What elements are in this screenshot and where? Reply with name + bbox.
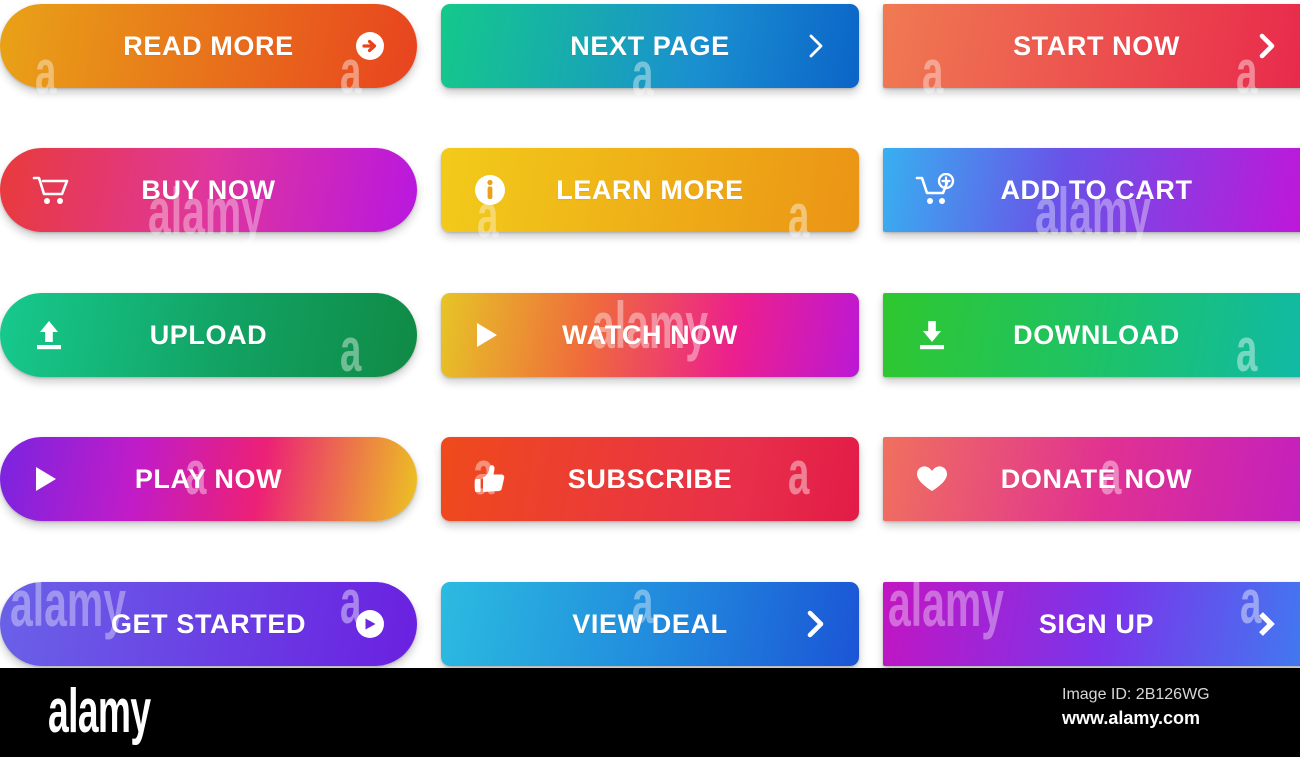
chevron-right-icon: [805, 31, 827, 61]
button-label: SUBSCRIBE: [567, 463, 733, 494]
button-donate-now[interactable]: DONATE NOW: [883, 437, 1300, 521]
play-triangle-icon: [473, 320, 501, 350]
button-play-now[interactable]: PLAY NOW: [0, 437, 417, 521]
footer-meta: Image ID: 2B126WG www.alamy.com: [1062, 684, 1262, 730]
button-label: LEARN MORE: [556, 174, 744, 205]
button-label: WATCH NOW: [562, 319, 738, 350]
thumbs-up-icon: [473, 463, 507, 495]
button-label: NEXT PAGE: [570, 30, 730, 61]
button-download[interactable]: DOWNLOAD: [883, 293, 1300, 377]
button-next-page[interactable]: NEXT PAGE: [441, 4, 859, 88]
button-label: DOWNLOAD: [1013, 319, 1180, 350]
button-read-more[interactable]: READ MORE: [0, 4, 417, 88]
upload-arrow-icon: [32, 318, 66, 352]
download-arrow-icon: [915, 318, 949, 352]
button-label: ADD TO CART: [1000, 174, 1193, 205]
button-subscribe[interactable]: SUBSCRIBE: [441, 437, 859, 521]
button-watch-now[interactable]: WATCH NOW: [441, 293, 859, 377]
button-add-to-cart[interactable]: ADD TO CART: [883, 148, 1300, 232]
heart-icon: [915, 464, 949, 494]
cart-plus-icon: [915, 173, 957, 207]
info-circle-icon: [473, 173, 507, 207]
button-label: UPLOAD: [149, 319, 268, 350]
button-view-deal[interactable]: VIEW DEAL: [441, 582, 859, 666]
button-label: DONATE NOW: [1000, 463, 1193, 494]
chevron-right-bold-icon: [1254, 608, 1278, 640]
button-label: READ MORE: [123, 30, 294, 61]
button-buy-now[interactable]: BUY NOW: [0, 148, 417, 232]
shopping-cart-icon: [32, 174, 70, 206]
image-id-text: Image ID: 2B126WG: [1062, 686, 1210, 703]
play-triangle-icon: [32, 464, 60, 494]
alamy-logo: alamy: [48, 677, 151, 746]
button-upload[interactable]: UPLOAD: [0, 293, 417, 377]
chevron-right-bold-icon: [1256, 31, 1278, 61]
button-get-started[interactable]: GET STARTED: [0, 582, 417, 666]
button-label: VIEW DEAL: [572, 608, 728, 639]
play-circle-icon: [355, 609, 385, 639]
button-label: GET STARTED: [110, 608, 307, 639]
footer-bar: alamy Image ID: 2B126WG www.alamy.com: [0, 668, 1300, 757]
button-learn-more[interactable]: LEARN MORE: [441, 148, 859, 232]
button-label: BUY NOW: [141, 174, 276, 205]
button-label: START NOW: [1013, 30, 1180, 61]
buttons-grid: READ MORE NEXT PAGE START NOW BUY NOW LE…: [0, 0, 1300, 668]
button-label: SIGN UP: [1038, 608, 1155, 639]
chevron-right-bold-icon: [803, 608, 827, 640]
arrow-circle-right-icon: [355, 31, 385, 61]
button-sign-up[interactable]: SIGN UP: [883, 582, 1300, 666]
button-label: PLAY NOW: [134, 463, 283, 494]
button-start-now[interactable]: START NOW: [883, 4, 1300, 88]
alamy-url-text: www.alamy.com: [1062, 708, 1201, 728]
